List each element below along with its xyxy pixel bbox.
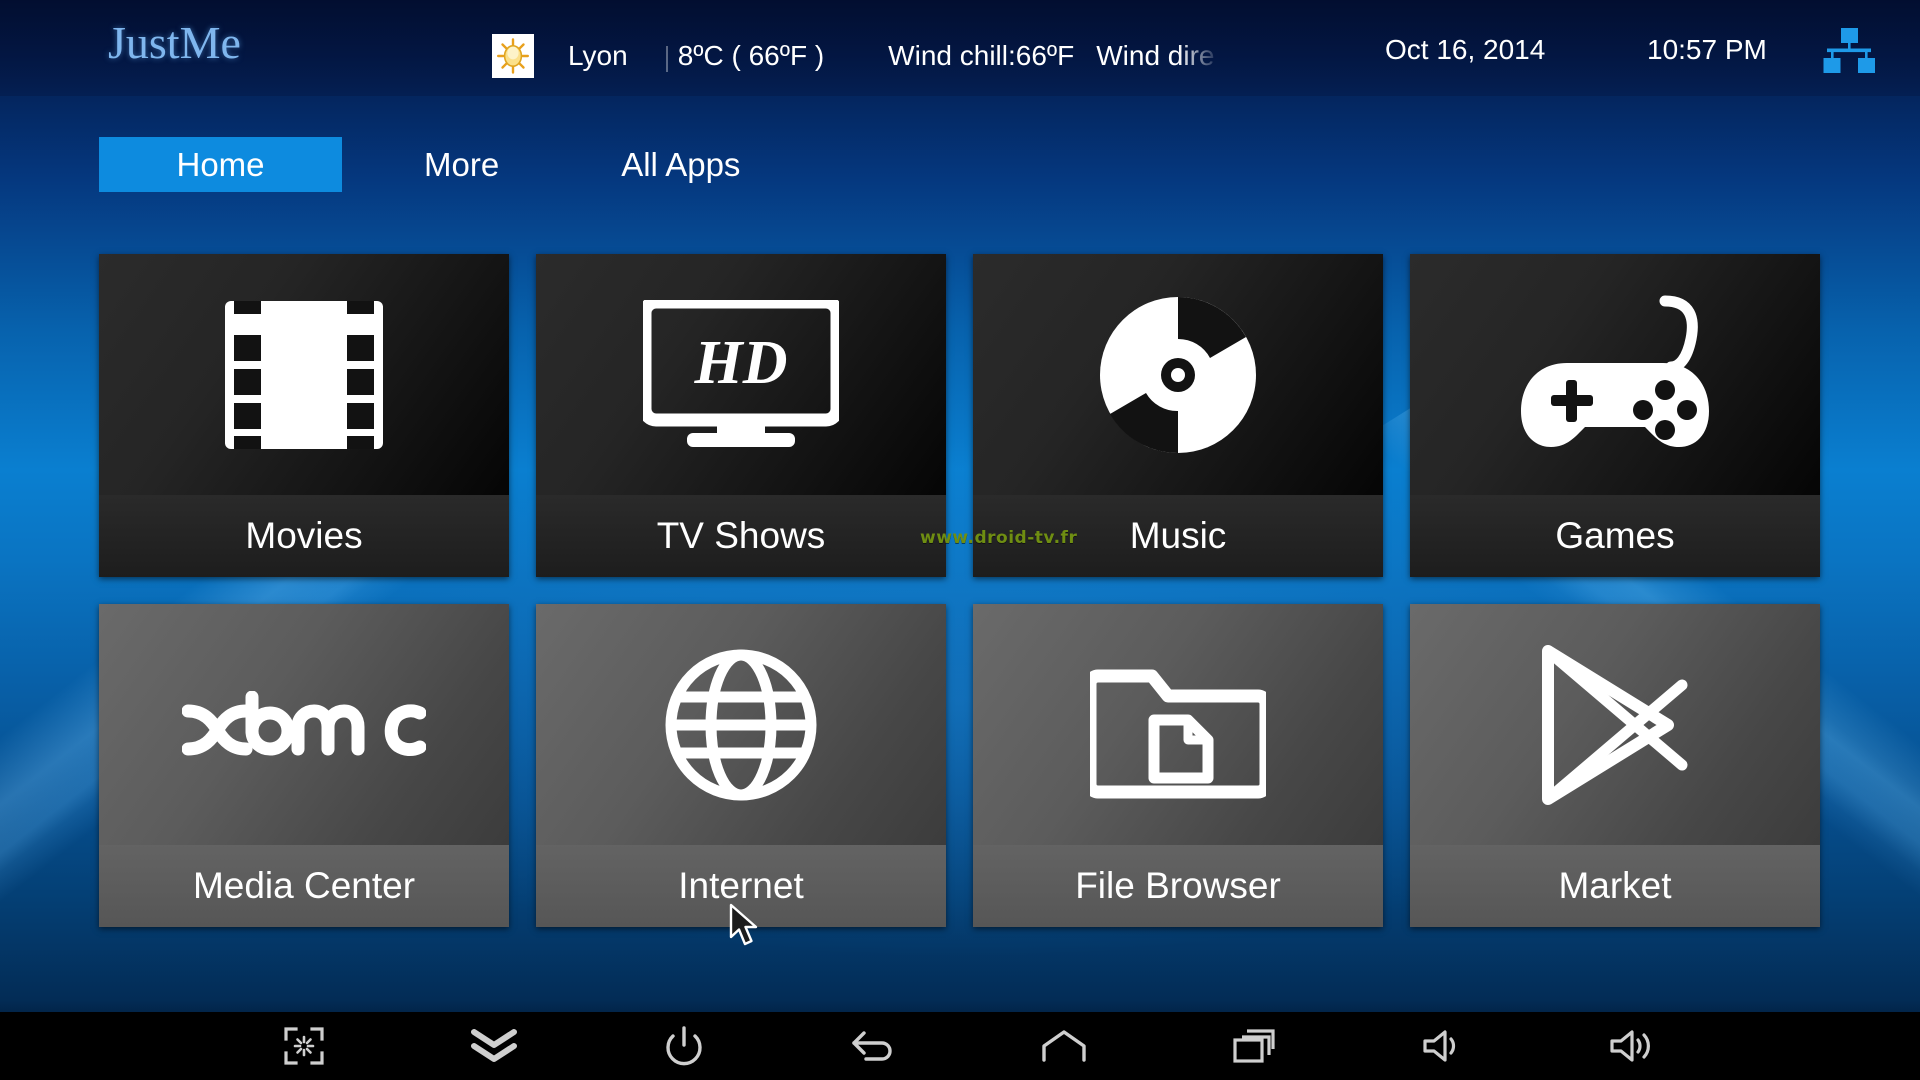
tile-internet[interactable]: Internet [536, 604, 946, 927]
play-store-icon [1540, 644, 1690, 805]
screen-capture-icon [284, 1027, 324, 1065]
weather-temperature: 8ºC ( 66ºF ) [677, 40, 825, 71]
navigation-tabs: Home More All Apps [99, 137, 774, 192]
svg-text:HD: HD [694, 329, 788, 397]
tile-games[interactable]: Games [1410, 254, 1820, 577]
nav-expand-button[interactable] [399, 1012, 589, 1080]
cd-disc-icon [1098, 295, 1258, 455]
sun-icon [492, 34, 534, 78]
nav-back-button[interactable] [779, 1012, 969, 1080]
volume-down-icon [1423, 1029, 1465, 1063]
tab-home-label: Home [176, 145, 265, 183]
nav-screenshot-button[interactable] [209, 1012, 399, 1080]
tile-tv-shows-art: HD [536, 254, 946, 495]
tile-movies[interactable]: Movies [99, 254, 509, 577]
tile-movies-art [99, 254, 509, 495]
tile-market-art [1410, 604, 1820, 845]
tile-media-center-art [99, 604, 509, 845]
ethernet-icon[interactable] [1820, 28, 1878, 76]
tab-more-label: More [424, 145, 500, 183]
tile-file-browser[interactable]: File Browser [973, 604, 1383, 927]
nav-volume-down-button[interactable] [1349, 1012, 1539, 1080]
brand-text-second: Me [179, 17, 241, 68]
tile-games-art [1410, 254, 1820, 495]
home-icon [1042, 1030, 1086, 1062]
tile-media-center[interactable]: Media Center [99, 604, 509, 927]
tile-music-label: Music [973, 495, 1383, 577]
film-strip-icon [225, 300, 383, 449]
tile-tv-shows-label: TV Shows [536, 495, 946, 577]
status-bar: JustMe Lyon 8ºC (66ºF) Wind chill:66ºF… [0, 0, 1920, 96]
tile-internet-art [536, 604, 946, 845]
weather-wind-chill: Wind chill:66ºF [888, 40, 1075, 71]
tile-tv-shows[interactable]: HD TV Shows [536, 254, 946, 577]
tile-music-art [973, 254, 1383, 495]
tile-music[interactable]: Music [973, 254, 1383, 577]
tab-all-apps[interactable]: All Apps [587, 137, 774, 192]
weather-city: Lyon [568, 40, 628, 71]
nav-home-button[interactable] [969, 1012, 1159, 1080]
hd-tv-icon: HD [643, 299, 839, 450]
xbmc-logo-icon [182, 690, 426, 759]
volume-up-icon [1610, 1029, 1658, 1063]
weather-wind-direction: Wind directio [1096, 40, 1215, 71]
launcher-screen: JustMe Lyon 8ºC (66ºF) Wind chill:66ºF… [0, 0, 1920, 1080]
tile-movies-label: Movies [99, 495, 509, 577]
tab-more[interactable]: More [390, 137, 533, 192]
recents-icon [1233, 1029, 1275, 1063]
nav-recents-button[interactable] [1159, 1012, 1349, 1080]
status-date: Oct 16, 2014 [1385, 34, 1546, 65]
tile-games-label: Games [1410, 495, 1820, 577]
tile-file-browser-art [973, 604, 1383, 845]
tile-file-browser-label: File Browser [973, 845, 1383, 927]
system-navigation-bar [0, 1012, 1920, 1080]
double-chevron-down-icon [471, 1029, 517, 1063]
nav-power-button[interactable] [589, 1012, 779, 1080]
folder-file-icon [1090, 650, 1266, 800]
tab-all-apps-label: All Apps [621, 145, 741, 183]
globe-icon [665, 649, 817, 801]
tile-market-label: Market [1410, 845, 1820, 927]
back-arrow-icon [852, 1029, 896, 1063]
brand-text-first: Just [108, 17, 180, 68]
gamepad-icon [1515, 295, 1715, 455]
tile-internet-label: Internet [536, 845, 946, 927]
weather-widget[interactable]: Lyon 8ºC ( 66ºF ) Wind chill:66ºF Wind d… [492, 34, 1215, 78]
status-clock[interactable]: 10:57 PM [1647, 34, 1767, 66]
tab-home[interactable]: Home [99, 137, 342, 192]
tile-market[interactable]: Market [1410, 604, 1820, 927]
app-tile-grid: Movies HD TV Shows Music Games Media Cen… [99, 254, 1821, 927]
tile-media-center-label: Media Center [99, 845, 509, 927]
power-icon [666, 1026, 702, 1066]
weather-separator [665, 46, 668, 72]
app-brand-logo: JustMe [108, 20, 241, 66]
nav-volume-up-button[interactable] [1539, 1012, 1729, 1080]
